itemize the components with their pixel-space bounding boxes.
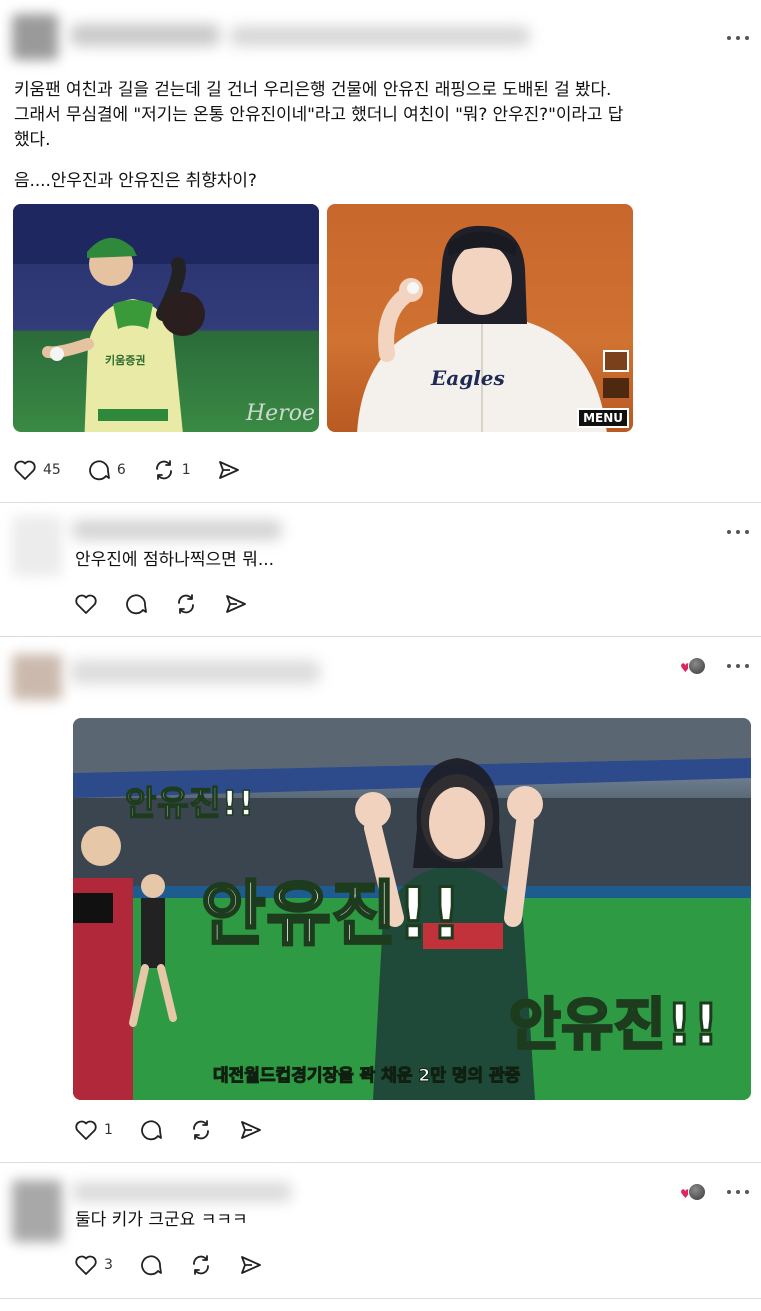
- reply3-text: 둘다 키가 크군요 ㅋㅋㅋ: [75, 1210, 248, 1230]
- comment-icon: [126, 594, 147, 615]
- post-author-name[interactable]: [70, 24, 220, 46]
- like-count: 3: [104, 1257, 113, 1273]
- camera-overlay-box: [603, 350, 629, 372]
- heroes-watermark: Heroe: [246, 401, 315, 426]
- post-text-line-4: 음....안우진과 안유진은 취향차이?: [14, 171, 257, 191]
- post-text-line-2: 그래서 무심결에 "저기는 온통 안유진이네"라고 했더니 여친이 "뭐? 안우…: [14, 105, 624, 125]
- repost-icon: [155, 460, 172, 480]
- reply-button[interactable]: [124, 592, 148, 616]
- author-avatar-small: [688, 1183, 706, 1201]
- jersey-text: 키움증권: [105, 354, 146, 367]
- repost-icon: [178, 594, 194, 614]
- repost-count: 1: [181, 462, 191, 478]
- post-image-eagles[interactable]: Eagles MENU: [327, 204, 633, 432]
- reply3-actions: 3: [74, 1253, 289, 1277]
- post-text-line-1: 키움팬 여친과 길을 걷는데 길 건너 우리은행 건물에 안유진 래핑으로 도배…: [14, 80, 612, 100]
- divider: [0, 502, 761, 503]
- share-button[interactable]: [217, 458, 241, 482]
- share-icon: [226, 595, 246, 613]
- pitcher-illustration: [13, 204, 319, 432]
- reply1-text: 안우진에 점하나찍으면 뭐...: [75, 550, 275, 570]
- reply-button[interactable]: [139, 1118, 163, 1142]
- camera-menu-label: MENU: [577, 408, 629, 428]
- share-icon: [218, 461, 239, 479]
- post-text-line-3: 했다.: [14, 130, 51, 150]
- like-button[interactable]: 3: [74, 1254, 113, 1276]
- comment-icon: [141, 1255, 162, 1276]
- share-button[interactable]: [224, 592, 248, 616]
- reply-button[interactable]: [139, 1253, 163, 1277]
- share-button[interactable]: [239, 1253, 263, 1277]
- divider: [0, 1162, 761, 1163]
- reply2-author-avatar[interactable]: [12, 654, 62, 700]
- repost-button[interactable]: [189, 1118, 213, 1142]
- heart-icon: [14, 460, 36, 480]
- eagles-illustration: [357, 225, 607, 432]
- heart-icon: [75, 1255, 97, 1275]
- reply-count: 6: [116, 462, 126, 478]
- more-icon[interactable]: [727, 662, 749, 670]
- author-avatar-small: [688, 657, 706, 675]
- reply2-image-stadium[interactable]: 안유진!! 안유진!! 안유진!! 대전월드컵경기장을 꽉 채운 2만 명의 관…: [73, 718, 751, 1100]
- share-icon: [241, 1121, 261, 1139]
- camera-overlay-wifi-icon: [603, 378, 629, 398]
- reply1-actions: [74, 592, 274, 616]
- reply-button[interactable]: 6: [87, 458, 126, 482]
- reply2-author-name[interactable]: [70, 660, 320, 684]
- reply1-author-avatar[interactable]: [12, 516, 62, 576]
- share-icon: [241, 1256, 261, 1274]
- post-image-pitcher[interactable]: 키움증권 Heroe: [13, 204, 319, 432]
- divider: [0, 1298, 761, 1299]
- caption-small: 안유진!!: [124, 783, 255, 825]
- heart-icon: [75, 1120, 97, 1140]
- reply2-actions: 1: [74, 1118, 289, 1142]
- share-button[interactable]: [239, 1118, 263, 1142]
- like-count: 45: [43, 462, 61, 478]
- repost-button[interactable]: [189, 1253, 213, 1277]
- like-count: 1: [104, 1122, 113, 1138]
- caption-center: 안유진!!: [199, 872, 464, 957]
- heart-icon: [75, 594, 97, 614]
- reply3-author-avatar[interactable]: [12, 1180, 62, 1242]
- repost-icon: [193, 1120, 209, 1140]
- more-icon[interactable]: [727, 1188, 749, 1196]
- like-button[interactable]: 45: [13, 459, 61, 481]
- caption-subtitle: 대전월드컵경기장을 꽉 채운 2만 명의 관중: [212, 1066, 521, 1087]
- caption-right: 안유진!!: [508, 992, 721, 1060]
- reply1-author-name[interactable]: [72, 520, 282, 540]
- jersey-eagles-text: Eagles: [431, 366, 505, 390]
- post-actions: 45 6 1: [13, 458, 267, 482]
- reply3-author-name[interactable]: [72, 1182, 292, 1202]
- post-author-meta: [230, 26, 530, 46]
- more-icon[interactable]: [727, 528, 749, 536]
- more-icon[interactable]: [727, 34, 749, 42]
- repost-button[interactable]: [174, 592, 198, 616]
- divider: [0, 636, 761, 637]
- post-author-avatar[interactable]: [12, 14, 58, 60]
- comment-icon: [141, 1120, 162, 1141]
- repost-button[interactable]: 1: [152, 458, 191, 482]
- repost-icon: [193, 1255, 209, 1275]
- comment-icon: [88, 460, 110, 481]
- author-liked-badge[interactable]: ♥: [680, 1183, 706, 1203]
- like-button[interactable]: 1: [74, 1119, 113, 1141]
- author-liked-badge[interactable]: ♥: [680, 657, 706, 677]
- like-button[interactable]: [74, 593, 98, 615]
